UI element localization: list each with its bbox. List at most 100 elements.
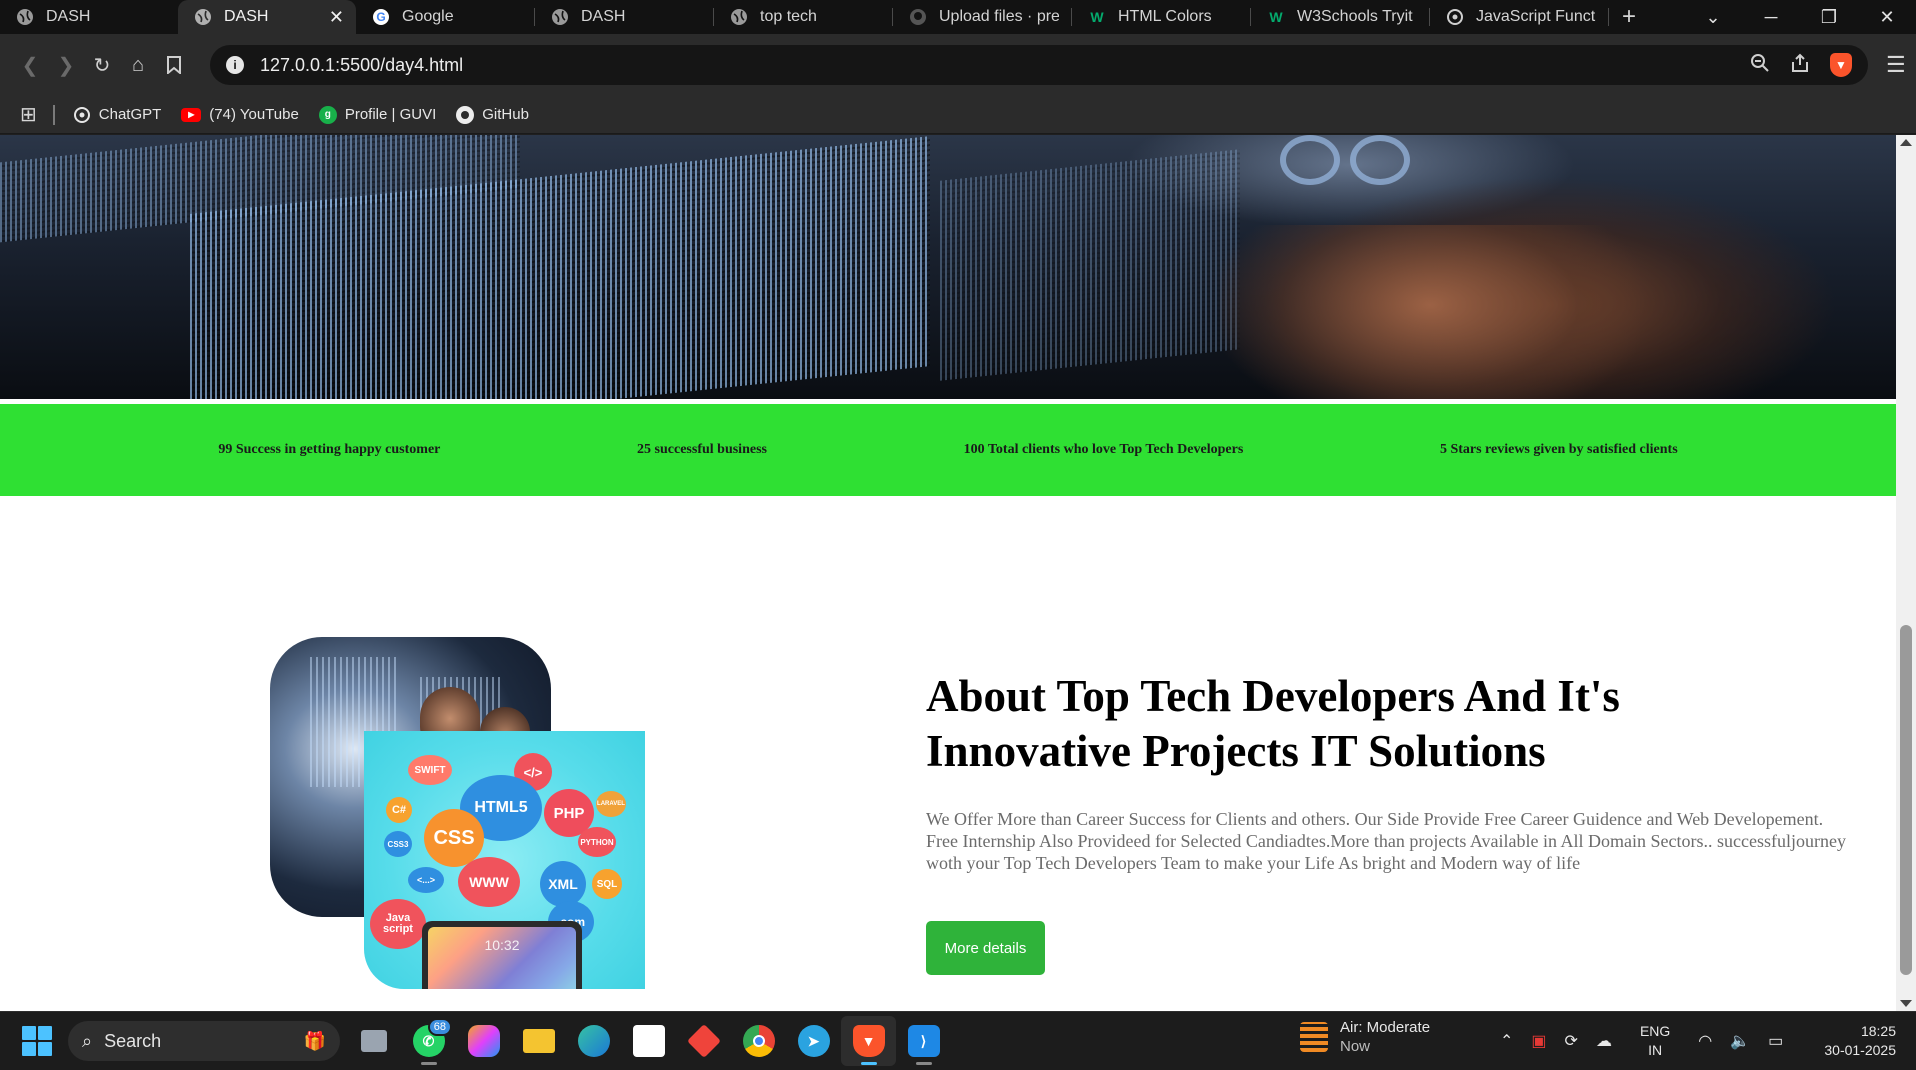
brave-icon[interactable]: ▼ (841, 1016, 896, 1066)
tab-title: DASH (581, 8, 626, 25)
search-placeholder: Search (104, 1030, 162, 1051)
reload-icon[interactable]: ↻ (84, 47, 120, 83)
tab[interactable]: Upload files · prem (893, 0, 1071, 34)
chevron-up-icon[interactable]: ⌃ (1500, 1031, 1513, 1051)
tag-laravel: LARAVEL (596, 791, 626, 817)
windows-start-icon[interactable] (22, 1026, 52, 1056)
bookmark-chatgpt[interactable]: ChatGPT (73, 106, 162, 124)
address-bar-actions: ▼ (1750, 53, 1852, 78)
browser-toolbar: ❮ ❯ ↻ ⌂ i 127.0.0.1:5500/day4.html ▼ ☰ (0, 34, 1916, 96)
guvi-icon: g (318, 105, 337, 124)
hero-image (0, 135, 1896, 399)
brave-shield-icon[interactable]: ▼ (1830, 53, 1852, 77)
bookmark-label: (74) YouTube (209, 106, 299, 123)
window-controls: ⌄ ─ ❐ ✕ (1684, 0, 1916, 34)
close-window-icon[interactable]: ✕ (1858, 7, 1916, 28)
bookmarks-divider (52, 104, 55, 125)
page-scrollbar[interactable] (1896, 135, 1916, 1011)
svg-text:G: G (376, 10, 385, 24)
chevron-down-icon[interactable]: ⌄ (1684, 7, 1742, 28)
tab-active[interactable]: DASH ✕ (178, 0, 356, 34)
tag-css: CSS (424, 809, 484, 867)
vscode-icon[interactable]: ⟩ (896, 1016, 951, 1066)
running-indicator (916, 1062, 932, 1065)
tab[interactable]: JavaScript Functio (1430, 0, 1608, 34)
tab-title: DASH (46, 8, 91, 25)
google-icon: G (372, 8, 390, 26)
home-icon[interactable]: ⌂ (120, 47, 156, 83)
wifi-icon[interactable]: ◠ (1698, 1031, 1712, 1051)
anydesk-icon[interactable] (676, 1016, 731, 1066)
hero-code-texture (940, 149, 1240, 381)
bookmark-label: Profile | GUVI (344, 106, 437, 123)
tab[interactable]: DASH (535, 0, 713, 34)
tab[interactable]: W HTML Colors (1072, 0, 1250, 34)
zoom-icon[interactable] (1750, 53, 1770, 78)
weather-widget[interactable]: Air: Moderate Now (1300, 1018, 1430, 1056)
task-view-icon[interactable] (346, 1016, 401, 1066)
scroll-up-icon[interactable] (1900, 139, 1912, 146)
tab-title: DASH (224, 8, 269, 25)
tab[interactable]: G Google (356, 0, 534, 34)
tag-brackets: <...> (408, 867, 444, 893)
tag-css3: CSS3 (384, 831, 412, 857)
github-icon (456, 105, 475, 124)
close-icon[interactable]: ✕ (329, 7, 344, 28)
svg-text:W: W (1090, 9, 1104, 25)
address-bar[interactable]: i 127.0.0.1:5500/day4.html ▼ (210, 45, 1868, 85)
language-indicator[interactable]: ENG IN (1640, 1022, 1670, 1060)
bookmark-youtube[interactable]: ▶ (74) YouTube (181, 106, 299, 123)
new-tab-button[interactable]: + (1609, 0, 1649, 34)
weather-subtitle: Now (1340, 1038, 1371, 1055)
tab-title: Upload files · prem (939, 8, 1059, 25)
share-icon[interactable] (1790, 53, 1810, 78)
tab[interactable]: DASH (0, 0, 178, 34)
telegram-icon[interactable]: ➤ (786, 1016, 841, 1066)
bookmark-github[interactable]: GitHub (456, 105, 529, 124)
bookmark-icon[interactable] (156, 47, 192, 83)
battery-icon[interactable]: ▭ (1768, 1031, 1783, 1051)
tray-app-icon[interactable]: ▣ (1531, 1031, 1546, 1051)
restore-icon[interactable]: ❐ (1800, 7, 1858, 28)
store-icon[interactable] (621, 1016, 676, 1066)
volume-icon[interactable]: 🔈 (1730, 1031, 1750, 1051)
sync-icon[interactable]: ⟳ (1565, 1031, 1578, 1051)
youtube-icon: ▶ (181, 107, 202, 122)
tab-title: JavaScript Functio (1476, 8, 1596, 25)
tab[interactable]: top tech (714, 0, 892, 34)
bookmark-guvi[interactable]: g Profile | GUVI (318, 105, 437, 124)
menu-icon[interactable]: ☰ (1886, 52, 1906, 78)
scroll-down-icon[interactable] (1900, 1000, 1912, 1007)
file-explorer-icon[interactable] (511, 1016, 566, 1066)
scroll-thumb[interactable] (1900, 625, 1912, 975)
globe-icon (730, 8, 748, 26)
tablet-clock: 10:32 (428, 927, 576, 989)
bookmark-label: ChatGPT (98, 106, 162, 123)
minimize-icon[interactable]: ─ (1742, 7, 1800, 28)
apps-grid-icon[interactable]: ⊞ (20, 102, 37, 127)
tag-swift: SWIFT (408, 755, 452, 785)
site-info-icon[interactable]: i (226, 56, 244, 74)
url-text[interactable]: 127.0.0.1:5500/day4.html (260, 55, 1750, 76)
system-tray: ⌃ ▣ ⟳ ☁ ENG IN ◠ 🔈 ▭ (1500, 1011, 1783, 1070)
stats-bar: 99 Success in getting happy customer 25 … (0, 404, 1896, 496)
stat-happy-customers: 99 Success in getting happy customer (218, 442, 441, 457)
back-icon[interactable]: ❮ (12, 47, 48, 83)
running-indicator (421, 1062, 437, 1065)
forward-icon[interactable]: ❯ (48, 47, 84, 83)
onedrive-icon[interactable]: ☁ (1596, 1031, 1612, 1051)
hero-glasses (1280, 135, 1340, 185)
edge-icon[interactable] (566, 1016, 621, 1066)
copilot-icon[interactable] (456, 1016, 511, 1066)
taskbar-clock[interactable]: 18:25 30-01-2025 (1824, 1022, 1896, 1060)
tab[interactable]: W W3Schools Tryit E (1251, 0, 1429, 34)
tag-python: PYTHON (578, 827, 616, 857)
taskbar-search[interactable]: ⌕ Search 🎁 (68, 1021, 340, 1061)
chrome-icon[interactable] (731, 1016, 786, 1066)
tab-title: top tech (760, 8, 817, 25)
whatsapp-icon[interactable]: ✆ 68 (401, 1016, 456, 1066)
stat-total-clients: 100 Total clients who love Top Tech Deve… (963, 442, 1244, 457)
more-details-button[interactable]: More details (926, 921, 1045, 975)
bookmarks-bar: ⊞ ChatGPT ▶ (74) YouTube g Profile | GUV… (0, 96, 1916, 134)
whatsapp-badge: 68 (427, 1018, 452, 1036)
